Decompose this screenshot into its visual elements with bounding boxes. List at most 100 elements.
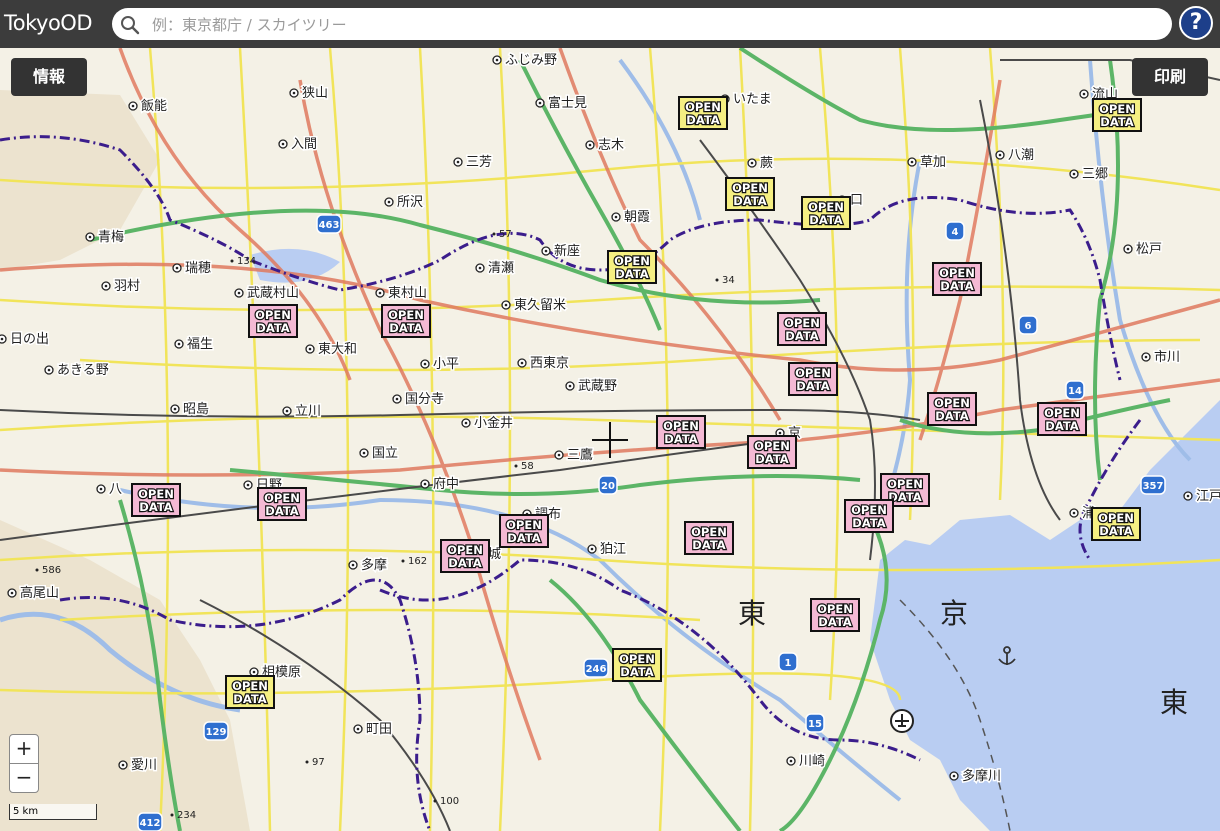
route-shield: 129: [203, 721, 229, 741]
route-shield-number: 246: [586, 664, 607, 675]
route-shield-number: 463: [319, 220, 340, 231]
search-box[interactable]: [112, 8, 1172, 40]
place-name: 蕨: [760, 156, 773, 171]
place-name: 国立: [372, 446, 398, 461]
place-name: 多摩川: [962, 768, 1001, 784]
place-name: 昭島: [183, 402, 209, 417]
marker-line-data: DATA: [1045, 419, 1079, 433]
place-name: 立川: [295, 404, 321, 419]
app-logo[interactable]: TokyoOD: [4, 11, 93, 35]
place-name: 市川: [1154, 349, 1180, 365]
elevation-value: 34: [722, 275, 735, 286]
marker-line-data: DATA: [935, 409, 969, 423]
marker-line-open: OPEN: [817, 602, 853, 616]
open-data-marker[interactable]: OPENDATA: [131, 483, 181, 517]
marker-line-open: OPEN: [264, 491, 300, 505]
place-name: 新座: [554, 243, 580, 259]
open-data-marker[interactable]: OPENDATA: [747, 435, 797, 469]
place-name: 町田: [366, 722, 392, 737]
place-name: 志木: [598, 138, 624, 153]
place-name: 富士見: [548, 95, 587, 111]
info-button[interactable]: 情報: [11, 58, 87, 96]
open-data-marker[interactable]: OPENDATA: [801, 196, 851, 230]
search-input[interactable]: [150, 12, 1164, 38]
route-shield-number: 20: [601, 481, 615, 492]
marker-line-data: DATA: [664, 432, 698, 446]
place-name: 八潮: [1008, 148, 1034, 163]
open-data-marker[interactable]: OPENDATA: [927, 392, 977, 426]
open-data-marker[interactable]: OPENDATA: [225, 675, 275, 709]
open-data-marker[interactable]: OPENDATA: [777, 312, 827, 346]
region-label: 東: [738, 597, 766, 630]
open-data-marker[interactable]: OPENDATA: [612, 648, 662, 682]
place-name: 武蔵村山: [247, 286, 299, 301]
marker-line-open: OPEN: [1099, 102, 1135, 116]
marker-line-data: DATA: [686, 113, 720, 127]
open-data-marker[interactable]: OPENDATA: [1091, 507, 1141, 541]
region-label: 京: [940, 597, 968, 630]
region-label: 東: [1160, 686, 1188, 719]
scale-bar: 5 km: [9, 804, 97, 820]
print-button[interactable]: 印刷: [1132, 58, 1208, 96]
open-data-marker[interactable]: OPENDATA: [678, 96, 728, 130]
help-button[interactable]: ?: [1179, 6, 1213, 40]
open-data-marker[interactable]: OPENDATA: [725, 177, 775, 211]
marker-line-data: DATA: [389, 321, 423, 335]
place-name: 三郷: [1082, 167, 1108, 182]
place-name: 多摩: [361, 557, 387, 573]
place-name: 狭山: [302, 86, 328, 101]
marker-line-open: OPEN: [784, 316, 820, 330]
zoom-out-button[interactable]: −: [9, 763, 39, 793]
open-data-marker[interactable]: OPENDATA: [381, 304, 431, 338]
place-name: 高尾山: [20, 585, 59, 601]
marker-line-open: OPEN: [619, 652, 655, 666]
open-data-marker[interactable]: OPENDATA: [844, 499, 894, 533]
place-name: いたま: [733, 92, 772, 107]
marker-line-open: OPEN: [808, 200, 844, 214]
route-shield: 15: [805, 713, 825, 733]
marker-line-open: OPEN: [754, 439, 790, 453]
place-name: 狛江: [600, 542, 626, 557]
open-data-marker[interactable]: OPENDATA: [932, 262, 982, 296]
open-data-marker[interactable]: OPENDATA: [1037, 402, 1087, 436]
airport-icon: [890, 709, 914, 733]
route-shield: 14: [1065, 380, 1085, 400]
open-data-marker[interactable]: OPENDATA: [656, 415, 706, 449]
elevation-value: 57: [499, 229, 512, 240]
route-shield: 20: [598, 475, 618, 495]
place-name: ふじみ野: [505, 53, 557, 68]
marker-line-data: DATA: [265, 504, 299, 518]
place-name: 国分寺: [405, 392, 444, 407]
open-data-marker[interactable]: OPENDATA: [257, 487, 307, 521]
marker-line-open: OPEN: [506, 518, 542, 532]
open-data-marker[interactable]: OPENDATA: [1092, 98, 1142, 132]
route-shield-number: 412: [140, 818, 161, 829]
marker-line-data: DATA: [755, 452, 789, 466]
place-name: 口: [850, 193, 863, 208]
open-data-marker[interactable]: OPENDATA: [248, 304, 298, 338]
open-data-marker[interactable]: OPENDATA: [810, 598, 860, 632]
open-data-marker[interactable]: OPENDATA: [684, 521, 734, 555]
route-shield-number: 6: [1025, 321, 1032, 332]
map-canvas[interactable]: 463 4 6 14 357 20 246 1 15 129 412 ふじみ野 ふじみ野 富士見 富士見い…: [0, 48, 1220, 831]
marker-line-open: OPEN: [851, 503, 887, 517]
marker-line-open: OPEN: [795, 366, 831, 380]
marker-line-open: OPEN: [1098, 511, 1134, 525]
marker-line-open: OPEN: [939, 266, 975, 280]
place-name: 福生: [187, 337, 213, 352]
open-data-marker[interactable]: OPENDATA: [440, 539, 490, 573]
marker-line-data: DATA: [1100, 115, 1134, 129]
place-name: 愛川: [131, 758, 157, 773]
route-shield: 357: [1140, 475, 1166, 495]
place-name: 日の出: [10, 332, 49, 347]
open-data-marker[interactable]: OPENDATA: [788, 362, 838, 396]
marker-line-open: OPEN: [1044, 406, 1080, 420]
open-data-marker[interactable]: OPENDATA: [607, 250, 657, 284]
map-svg[interactable]: 463461435720246115129412 ふじみ野ふじみ野富士見富士見い…: [0, 48, 1220, 831]
route-shield: 4: [945, 221, 965, 241]
open-data-marker[interactable]: OPENDATA: [499, 514, 549, 548]
marker-line-data: DATA: [256, 321, 290, 335]
elevation-value: 162: [408, 556, 427, 567]
zoom-in-button[interactable]: +: [9, 734, 39, 764]
elevation-value: 100: [440, 796, 459, 807]
